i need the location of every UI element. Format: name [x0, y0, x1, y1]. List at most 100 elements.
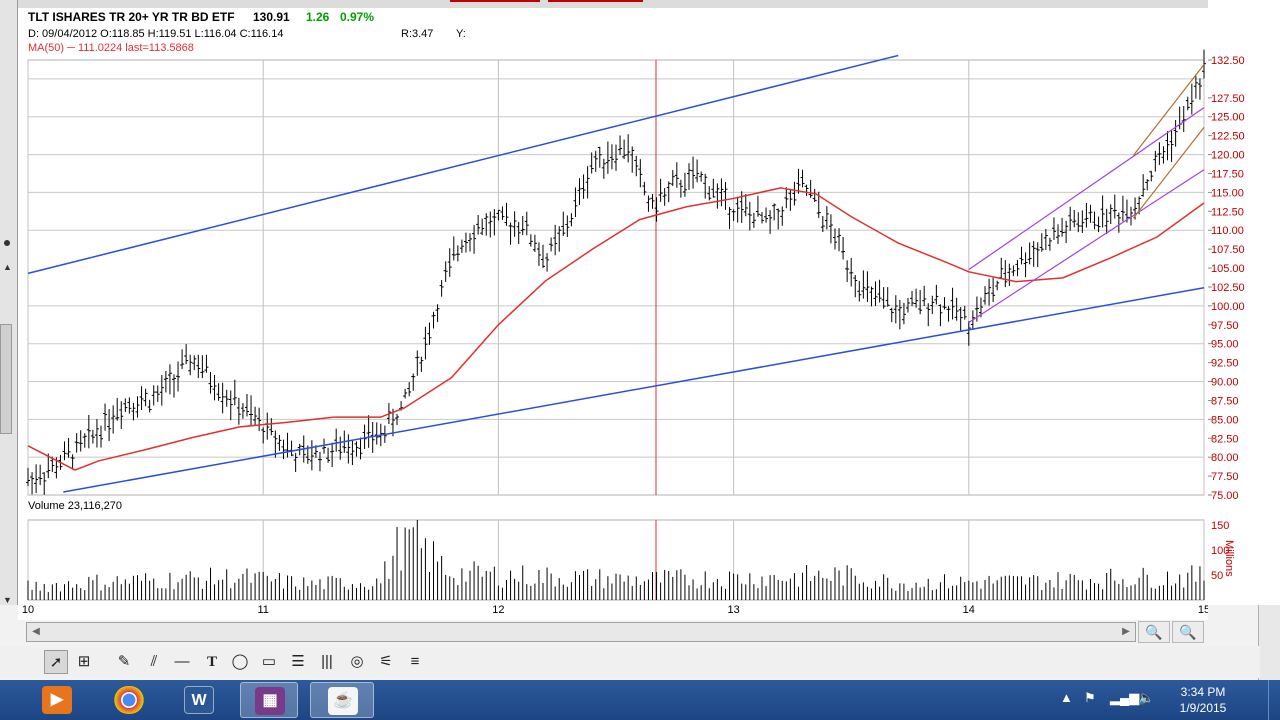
volume-icon[interactable]: 🔈 — [1138, 690, 1154, 706]
taskbar-java[interactable]: ☕ — [310, 682, 374, 718]
show-desktop-button[interactable] — [1268, 680, 1280, 720]
word-icon: W — [184, 686, 214, 714]
price-tick-label: 120.00 — [1211, 150, 1245, 162]
price-tick-label: 85.00 — [1211, 414, 1239, 426]
zoom-out-button[interactable]: 🔍 — [1172, 621, 1204, 643]
price-tick-label: 97.50 — [1211, 320, 1239, 332]
price-tick-label: 90.00 — [1211, 377, 1239, 389]
horizontal-line-icon: — — [174, 653, 190, 670]
pencil-tool[interactable]: ✎ — [112, 650, 136, 674]
show-hidden-icons[interactable]: ▲ — [1060, 690, 1073, 705]
horizontal-scrollbar[interactable]: ◀ ▶ — [26, 622, 1136, 642]
pencil-icon: ✎ — [117, 653, 131, 670]
taskbar-winrar[interactable]: ▦ — [240, 682, 298, 718]
crosshair-tool[interactable]: ⊞ — [72, 650, 96, 674]
bars-tool[interactable]: ||| — [315, 650, 339, 674]
panel-arrow-up-icon[interactable]: ▲ — [3, 262, 12, 272]
spiral-icon: ◎ — [350, 653, 364, 670]
price-tick-label: 77.50 — [1211, 471, 1239, 483]
pointer-icon: ➚ — [49, 654, 63, 671]
left-side-panel[interactable]: ▲ ▼ — [0, 0, 18, 605]
media-player-icon: ▶ — [42, 686, 72, 714]
price-tick-label: 82.50 — [1211, 433, 1239, 445]
windows-taskbar: ▶ W ▦ ☕ ▲ ⚑ ▂▄▆ 🔈 3:34 PM 1/9/2015 — [0, 680, 1280, 720]
scroll-left-icon[interactable]: ◀ — [29, 625, 43, 639]
trendline-channel-upper — [27, 54, 899, 275]
price-tick-label: 105.00 — [1211, 263, 1245, 275]
magnifier-minus-icon: 🔍 — [1179, 624, 1197, 640]
ellipse-tool[interactable]: ◯ — [228, 650, 252, 674]
volume-tick-label: 150 — [1211, 520, 1229, 532]
drawing-toolbar: ➚ ⊞ ✎ ⫽ — T ◯ ▭ ☰ ||| ◎ ⚟ ≡ — [0, 646, 1260, 678]
fan-tool[interactable]: ⚟ — [374, 650, 398, 674]
x-tick-label: 14 — [963, 604, 975, 616]
list-tool[interactable]: ☰ — [286, 650, 310, 674]
price-tick-label: 102.50 — [1211, 282, 1245, 294]
panel-dot-icon — [4, 240, 10, 246]
panel-scroll-thumb[interactable] — [0, 324, 12, 434]
taskbar-word[interactable]: W — [170, 682, 228, 718]
window-top-strip — [0, 0, 1280, 8]
fan-icon: ⚟ — [379, 653, 393, 670]
price-tick-label: 125.00 — [1211, 112, 1245, 124]
app-window: ▲ ▼ TLT ISHARES TR 20+ YR TR BD ETF 130.… — [0, 0, 1280, 720]
start-button[interactable] — [0, 682, 20, 718]
volume-tick-label: 50 — [1211, 570, 1223, 582]
horizontal-line-tool[interactable]: — — [170, 650, 194, 674]
x-tick-label: 15 — [1198, 604, 1208, 616]
clock-time: 3:34 PM — [1180, 685, 1226, 699]
scroll-right-icon[interactable]: ▶ — [1119, 625, 1133, 639]
chrome-icon — [114, 686, 144, 714]
x-tick-label: 12 — [492, 604, 504, 616]
menu-tool[interactable]: ≡ — [403, 650, 427, 674]
parallel-line-tool[interactable]: ⫽ — [142, 650, 166, 674]
rectangle-tool[interactable]: ▭ — [257, 650, 281, 674]
crosshair-icon: ⊞ — [77, 653, 91, 670]
price-tick-label: 75.00 — [1211, 490, 1239, 502]
taskbar-media-player[interactable]: ▶ — [28, 682, 86, 718]
price-tick-label: 87.50 — [1211, 395, 1239, 407]
winrar-icon: ▦ — [255, 687, 285, 715]
magnifier-plus-icon: 🔍 — [1145, 624, 1163, 640]
rectangle-icon: ▭ — [261, 653, 277, 670]
clock-date: 1/9/2015 — [1179, 701, 1227, 715]
java-icon: ☕ — [328, 687, 358, 715]
pointer-tool[interactable]: ➚ — [44, 650, 68, 674]
panel-arrow-down-icon[interactable]: ▼ — [3, 595, 12, 605]
price-tick-label: 112.50 — [1211, 206, 1244, 218]
price-tick-label: 132.50 — [1211, 55, 1245, 67]
price-tick-label: 95.00 — [1211, 339, 1239, 351]
price-tick-label: 92.50 — [1211, 358, 1239, 370]
list-icon: ☰ — [291, 653, 305, 670]
price-volume-chart[interactable]: 10 11 12 13 14 15 — [18, 8, 1208, 620]
top-tab-marker[interactable] — [450, 0, 540, 2]
volume-unit-label: Millions — [1223, 540, 1235, 577]
price-pane-frame — [27, 59, 1205, 496]
flag-icon[interactable]: ⚑ — [1084, 690, 1096, 706]
price-tick-label: 80.00 — [1211, 452, 1239, 464]
chart-area[interactable]: TLT ISHARES TR 20+ YR TR BD ETF 130.91 1… — [18, 8, 1208, 620]
price-tick-label: 122.50 — [1211, 131, 1245, 143]
top-tab-marker[interactable] — [548, 0, 643, 2]
price-tick-label: 127.50 — [1211, 93, 1245, 105]
price-axis: 132.50 127.50 125.00 122.50 120.00 117.50 115.… — [1208, 55, 1245, 582]
zoom-in-button[interactable]: 🔍 — [1138, 621, 1170, 643]
system-clock[interactable]: 3:34 PM 1/9/2015 — [1158, 684, 1248, 716]
x-tick-label: 13 — [727, 604, 739, 616]
price-tick-label: 115.00 — [1211, 187, 1244, 199]
x-tick-label: 10 — [22, 604, 34, 616]
double-pencil-icon: ⫽ — [150, 653, 158, 670]
ellipse-icon: ◯ — [231, 653, 249, 670]
axis-panel: 132.50 127.50 125.00 122.50 120.00 117.50 115.… — [1208, 0, 1280, 605]
x-tick-label: 11 — [257, 604, 268, 616]
spiral-tool[interactable]: ◎ — [345, 650, 369, 674]
menu-icon: ≡ — [410, 653, 420, 670]
network-icon[interactable]: ▂▄▆ — [1110, 690, 1139, 706]
price-tick-label: 107.50 — [1211, 244, 1245, 256]
bars-icon: ||| — [321, 653, 333, 670]
price-tick-label: 110.00 — [1211, 225, 1244, 237]
price-tick-label: 117.50 — [1211, 168, 1244, 180]
text-tool[interactable]: T — [200, 650, 224, 674]
taskbar-chrome[interactable] — [100, 682, 158, 718]
text-icon: T — [206, 654, 217, 670]
